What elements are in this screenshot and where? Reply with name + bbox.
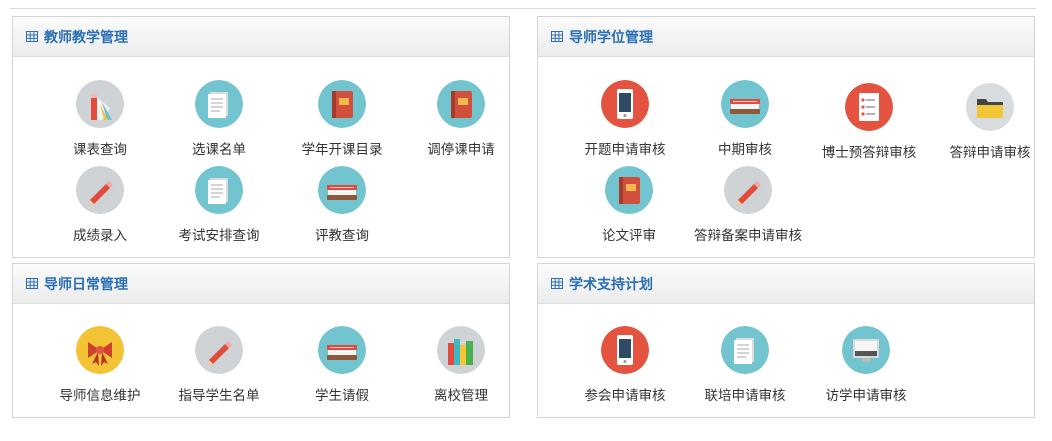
tile-class-adjustment-request[interactable]: 调停课申请 [406, 80, 516, 158]
tile-label: 答辩备案申请审核 [694, 228, 802, 243]
tile-defense-application-review[interactable]: 答辩申请审核 [935, 83, 1045, 161]
tile-course-schedule-query[interactable]: 课表查询 [45, 80, 155, 158]
ribbon-bow-icon [76, 326, 124, 374]
tile-label: 调停课申请 [427, 142, 495, 157]
tile-conference-review[interactable]: 参会申请审核 [570, 326, 680, 404]
tile-label: 答辩申请审核 [949, 145, 1031, 160]
tile-joint-training-review[interactable]: 联培申请审核 [690, 326, 800, 404]
grid-icon [26, 278, 38, 289]
tile-label: 访学申请审核 [825, 388, 907, 403]
red-book-icon [437, 80, 485, 128]
tile-annual-course-catalog[interactable]: 学年开课目录 [287, 80, 397, 158]
red-book-icon [318, 80, 366, 128]
document-list-icon [195, 80, 243, 128]
monitor-icon [842, 326, 890, 374]
panel-daily-management: 导师日常管理 导师信息维护 指导学生名单 学生请假 离校管理 [12, 263, 510, 418]
panel-header: 导师日常管理 [13, 264, 509, 304]
red-book-icon [605, 166, 653, 214]
tile-label: 博士预答辩审核 [821, 145, 917, 160]
tile-student-leave[interactable]: 学生请假 [287, 326, 397, 404]
pencils-paper-icon [76, 80, 124, 128]
tile-thesis-review[interactable]: 论文评审 [574, 166, 684, 244]
panel-header: 导师学位管理 [538, 17, 1034, 57]
tile-course-selection-list[interactable]: 选课名单 [164, 80, 274, 158]
tile-label: 选课名单 [192, 142, 246, 157]
top-divider [10, 8, 1036, 9]
panel-title: 导师日常管理 [44, 275, 128, 292]
book-spines-icon [437, 326, 485, 374]
pencil-icon [195, 326, 243, 374]
tile-label: 中期审核 [718, 142, 772, 157]
books-stack-icon [721, 80, 769, 128]
tile-proposal-review[interactable]: 开题申请审核 [570, 80, 680, 158]
tile-advised-student-list[interactable]: 指导学生名单 [164, 326, 274, 404]
tile-visiting-scholar-review[interactable]: 访学申请审核 [811, 326, 921, 404]
tile-defense-filing-review[interactable]: 答辩备案申请审核 [693, 166, 803, 244]
folder-icon [966, 83, 1014, 131]
phone-icon [601, 326, 649, 374]
tile-label: 成绩录入 [73, 228, 127, 243]
tile-label: 考试安排查询 [178, 228, 260, 243]
pencil-icon [76, 166, 124, 214]
tile-label: 开题申请审核 [584, 142, 666, 157]
tile-label: 课表查询 [73, 142, 127, 157]
panel-teaching-management: 教师教学管理 课表查询 选课名单 学年开课目录 调停课申请 成绩录入 考试安排查… [12, 16, 510, 258]
tile-label: 评教查询 [315, 228, 369, 243]
panel-title: 学术支持计划 [569, 275, 653, 292]
panel-header: 教师教学管理 [13, 17, 509, 57]
phone-icon [601, 80, 649, 128]
pencil-icon [724, 166, 772, 214]
panel-degree-management: 导师学位管理 开题申请审核 中期审核 博士预答辩审核 答辩申请审核 论文评审 答… [537, 16, 1035, 258]
tile-exam-schedule-query[interactable]: 考试安排查询 [164, 166, 274, 244]
panel-title: 导师学位管理 [569, 28, 653, 45]
checklist-icon [845, 83, 893, 131]
tile-grade-entry[interactable]: 成绩录入 [45, 166, 155, 244]
grid-icon [551, 31, 563, 42]
tile-teaching-evaluation-query[interactable]: 评教查询 [287, 166, 397, 244]
tile-departure-management[interactable]: 离校管理 [406, 326, 516, 404]
tile-label: 学生请假 [315, 388, 369, 403]
panel-academic-support: 学术支持计划 参会申请审核 联培申请审核 访学申请审核 [537, 263, 1035, 418]
grid-icon [551, 278, 563, 289]
tile-label: 离校管理 [434, 388, 488, 403]
tile-label: 论文评审 [602, 228, 656, 243]
tile-label: 导师信息维护 [59, 388, 141, 403]
grid-icon [26, 31, 38, 42]
tile-label: 学年开课目录 [301, 142, 383, 157]
books-stack-icon [318, 326, 366, 374]
tile-midterm-review[interactable]: 中期审核 [690, 80, 800, 158]
books-stack-icon [318, 166, 366, 214]
tile-label: 参会申请审核 [584, 388, 666, 403]
document-list-icon [721, 326, 769, 374]
tile-doctoral-pre-defense-review[interactable]: 博士预答辩审核 [814, 83, 924, 161]
tile-label: 指导学生名单 [178, 388, 260, 403]
tile-label: 联培申请审核 [704, 388, 786, 403]
panel-title: 教师教学管理 [44, 28, 128, 45]
document-list-icon [195, 166, 243, 214]
tile-supervisor-info[interactable]: 导师信息维护 [45, 326, 155, 404]
panel-header: 学术支持计划 [538, 264, 1034, 304]
